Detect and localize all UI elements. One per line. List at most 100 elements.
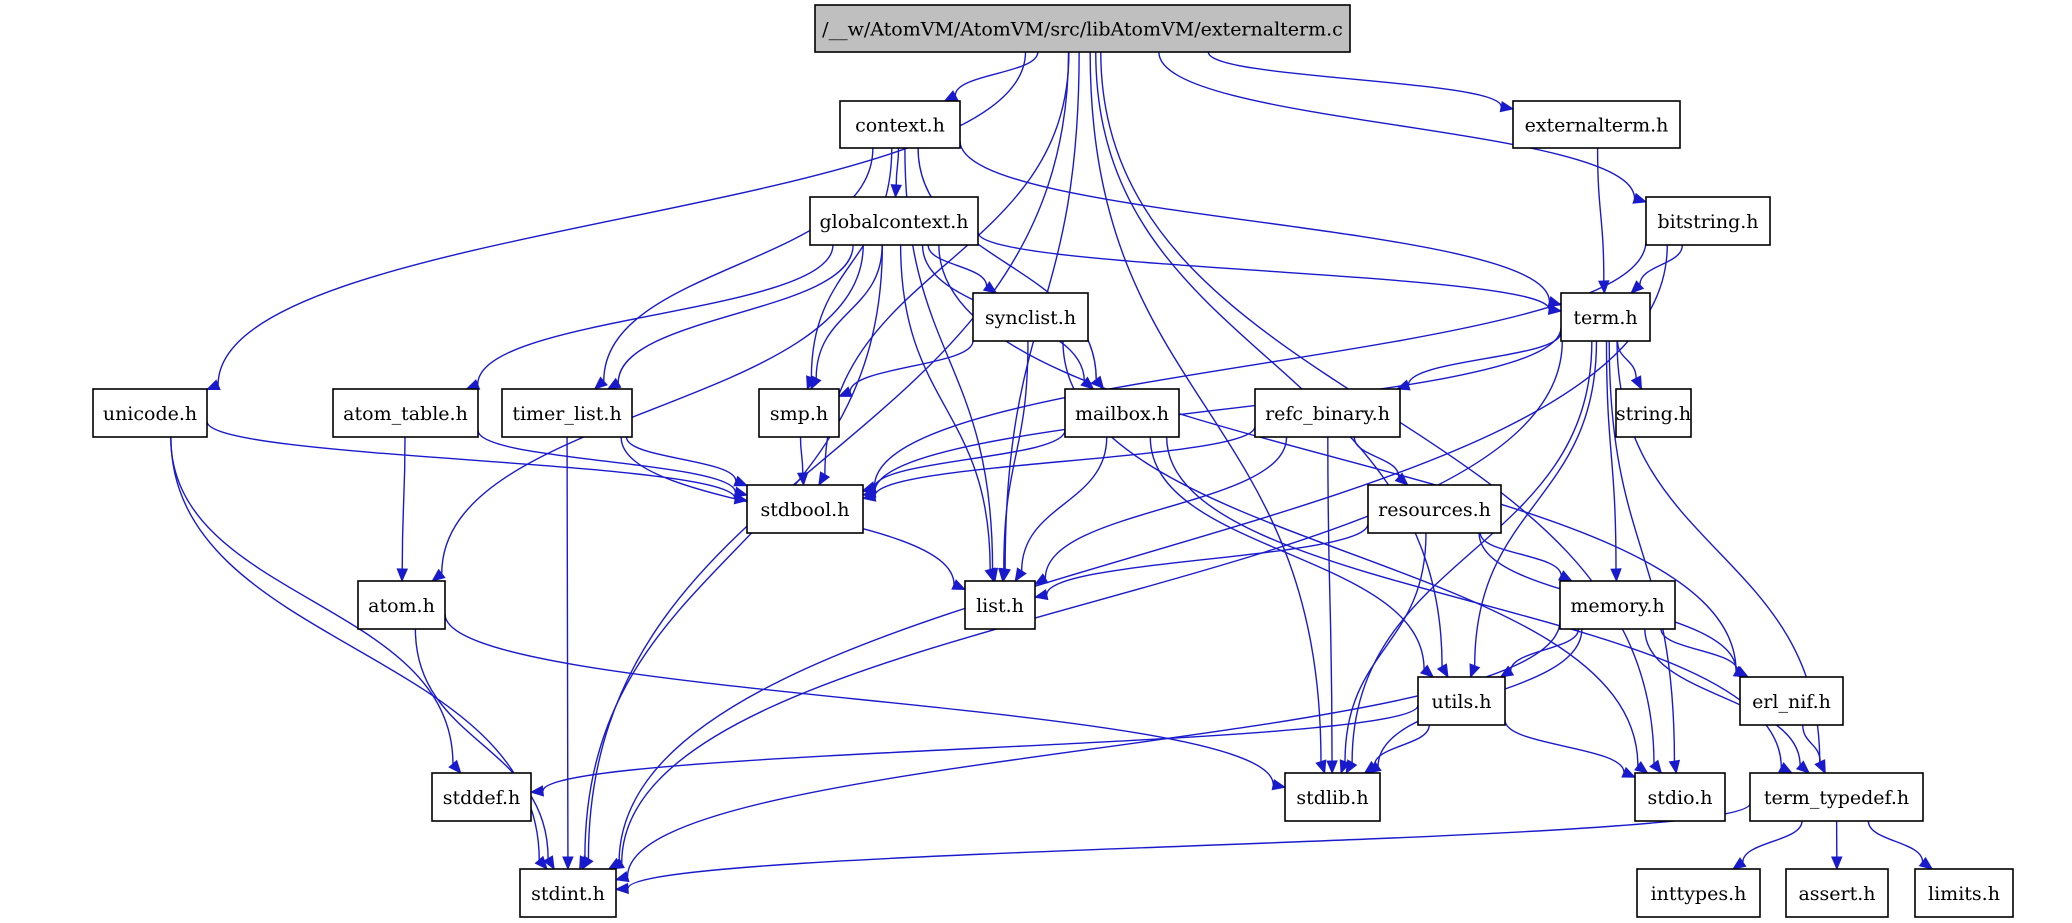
- node-label: list.h: [976, 595, 1024, 617]
- node-list-h[interactable]: list.h: [964, 580, 1036, 630]
- edge-line: [444, 613, 1274, 785]
- nodes-layer: /__w/AtomVM/AtomVM/src/libAtomVM/externa…: [92, 4, 2014, 918]
- edge-line: [1095, 51, 1443, 667]
- edge-timer_list_h-to-stdbool_h: [625, 436, 749, 487]
- node-label: limits.h: [1928, 883, 2000, 905]
- node-label: smp.h: [770, 403, 828, 425]
- edge-line: [1327, 436, 1333, 762]
- edge-line: [1742, 820, 1803, 863]
- node-externalterm-h[interactable]: externalterm.h: [1512, 100, 1681, 149]
- edge-term_typedef_h-to-limits_h: [1867, 820, 1934, 870]
- node-unicode-h[interactable]: unicode.h: [92, 388, 208, 438]
- node-resources-h[interactable]: resources.h: [1367, 484, 1502, 534]
- edge-arrowhead-icon: [1630, 280, 1645, 294]
- node-string-h[interactable]: string.h: [1615, 388, 1692, 438]
- node-atom-h[interactable]: atom.h: [357, 580, 446, 630]
- edge-arrowhead-icon: [984, 567, 996, 583]
- node-globalcontext-h[interactable]: globalcontext.h: [809, 196, 979, 246]
- node-context-h[interactable]: context.h: [839, 100, 961, 149]
- edge-memory_h-to-utils_h: [1499, 628, 1580, 678]
- edge-arrowhead-icon: [614, 882, 629, 895]
- edge-line: [927, 244, 988, 287]
- node-stdbool-h[interactable]: stdbool.h: [746, 484, 864, 534]
- edge-line: [1407, 332, 1562, 386]
- edge-externalterm_c-to-context_h: [943, 51, 1039, 102]
- edge-arrowhead-icon: [431, 568, 446, 582]
- node-externalterm-c[interactable]: /__w/AtomVM/AtomVM/src/libAtomVM/externa…: [814, 4, 1351, 53]
- edge-line: [626, 620, 1561, 877]
- edge-arrowhead-icon: [396, 568, 409, 583]
- edge-arrowhead-icon: [614, 870, 630, 883]
- edge-line: [1510, 628, 1580, 671]
- edge-arrowhead-icon: [1610, 568, 1622, 583]
- node-utils-h[interactable]: utils.h: [1417, 676, 1506, 726]
- edge-utils_h-to-stdio_h: [1504, 719, 1637, 778]
- node-erl-nif-h[interactable]: erl_nif.h: [1739, 676, 1844, 726]
- edge-term_typedef_h-to-inttypes_h: [1731, 820, 1803, 870]
- node-assert-h[interactable]: assert.h: [1785, 868, 1889, 918]
- node-refc-binary-h[interactable]: refc_binary.h: [1254, 388, 1401, 438]
- node-synclist-h[interactable]: synclist.h: [972, 292, 1089, 342]
- node-stddef-h[interactable]: stddef.h: [431, 772, 532, 822]
- edge-line: [603, 147, 874, 382]
- edge-globalcontext_h-to-synclist_h: [927, 244, 998, 294]
- edge-arrowhead-icon: [1632, 192, 1648, 204]
- node-stdlib-h[interactable]: stdlib.h: [1284, 772, 1381, 822]
- node-bitstring-h[interactable]: bitstring.h: [1645, 196, 1771, 246]
- edge-line: [959, 140, 1551, 302]
- node-label: stdbool.h: [761, 499, 850, 521]
- edge-synclist_h-to-list_h: [998, 340, 1029, 583]
- edge-line: [895, 147, 900, 186]
- edge-line: [414, 628, 549, 859]
- edge-arrowhead-icon: [890, 184, 903, 199]
- node-label: context.h: [855, 115, 945, 137]
- edge-line: [815, 244, 883, 379]
- node-label: externalterm.h: [1525, 115, 1669, 137]
- edge-bitstring_h-to-stdint_h: [607, 244, 1668, 870]
- edge-arrowhead-icon: [1436, 663, 1449, 679]
- edge-line: [1020, 436, 1108, 571]
- node-label: assert.h: [1798, 883, 1875, 905]
- edge-arrowhead-icon: [448, 759, 462, 774]
- edge-memory_h-to-stdint_h: [614, 620, 1561, 883]
- node-term-h[interactable]: term.h: [1560, 292, 1651, 342]
- edge-line: [799, 436, 804, 474]
- node-label: memory.h: [1570, 595, 1664, 617]
- node-label: unicode.h: [103, 403, 197, 425]
- node-label: bitstring.h: [1657, 211, 1758, 233]
- edge-arrowhead-icon: [818, 471, 831, 487]
- edge-arrowhead-icon: [1419, 664, 1435, 678]
- node-label: resources.h: [1378, 499, 1491, 521]
- edge-bitstring_h-to-stdbool_h: [861, 240, 1647, 493]
- edge-arrowhead-icon: [1831, 856, 1843, 871]
- node-inttypes-h[interactable]: inttypes.h: [1636, 868, 1761, 918]
- edge-arrowhead-icon: [1271, 779, 1287, 791]
- edge-line: [1504, 719, 1625, 773]
- edge-line: [401, 436, 406, 570]
- node-stdint-h[interactable]: stdint.h: [519, 868, 617, 918]
- edge-utils_h-to-stdlib_h: [1363, 724, 1430, 774]
- edge-arrowhead-icon: [1795, 760, 1811, 774]
- edge-resources_h-to-memory_h: [1479, 532, 1573, 582]
- node-label: synclist.h: [985, 307, 1076, 329]
- edge-line: [873, 327, 1562, 493]
- node-mailbox-h[interactable]: mailbox.h: [1064, 388, 1180, 438]
- edge-arrowhead-icon: [1630, 375, 1643, 391]
- node-label: atom_table.h: [343, 403, 468, 425]
- edge-refc_binary_h-to-list_h: [1033, 436, 1288, 586]
- node-memory-h[interactable]: memory.h: [1559, 580, 1676, 630]
- node-term-typedef-h[interactable]: term_typedef.h: [1749, 772, 1924, 822]
- node-stdio-h[interactable]: stdio.h: [1634, 772, 1726, 822]
- edge-line: [873, 430, 1066, 489]
- edge-arrowhead-icon: [1014, 567, 1027, 583]
- edge-globalcontext_h-to-stdint_h: [579, 244, 884, 871]
- edge-externalterm_c-to-externalterm_h: [1207, 51, 1515, 113]
- node-smp-h[interactable]: smp.h: [758, 388, 840, 438]
- node-atom-table-h[interactable]: atom_table.h: [332, 388, 479, 438]
- edge-arrowhead-icon: [1033, 588, 1049, 601]
- edge-line: [627, 803, 1751, 889]
- node-limits-h[interactable]: limits.h: [1914, 868, 2014, 918]
- node-timer-list-h[interactable]: timer_list.h: [501, 388, 633, 438]
- edge-arrowhead-icon: [1469, 663, 1481, 679]
- edge-arrowhead-icon: [810, 375, 822, 391]
